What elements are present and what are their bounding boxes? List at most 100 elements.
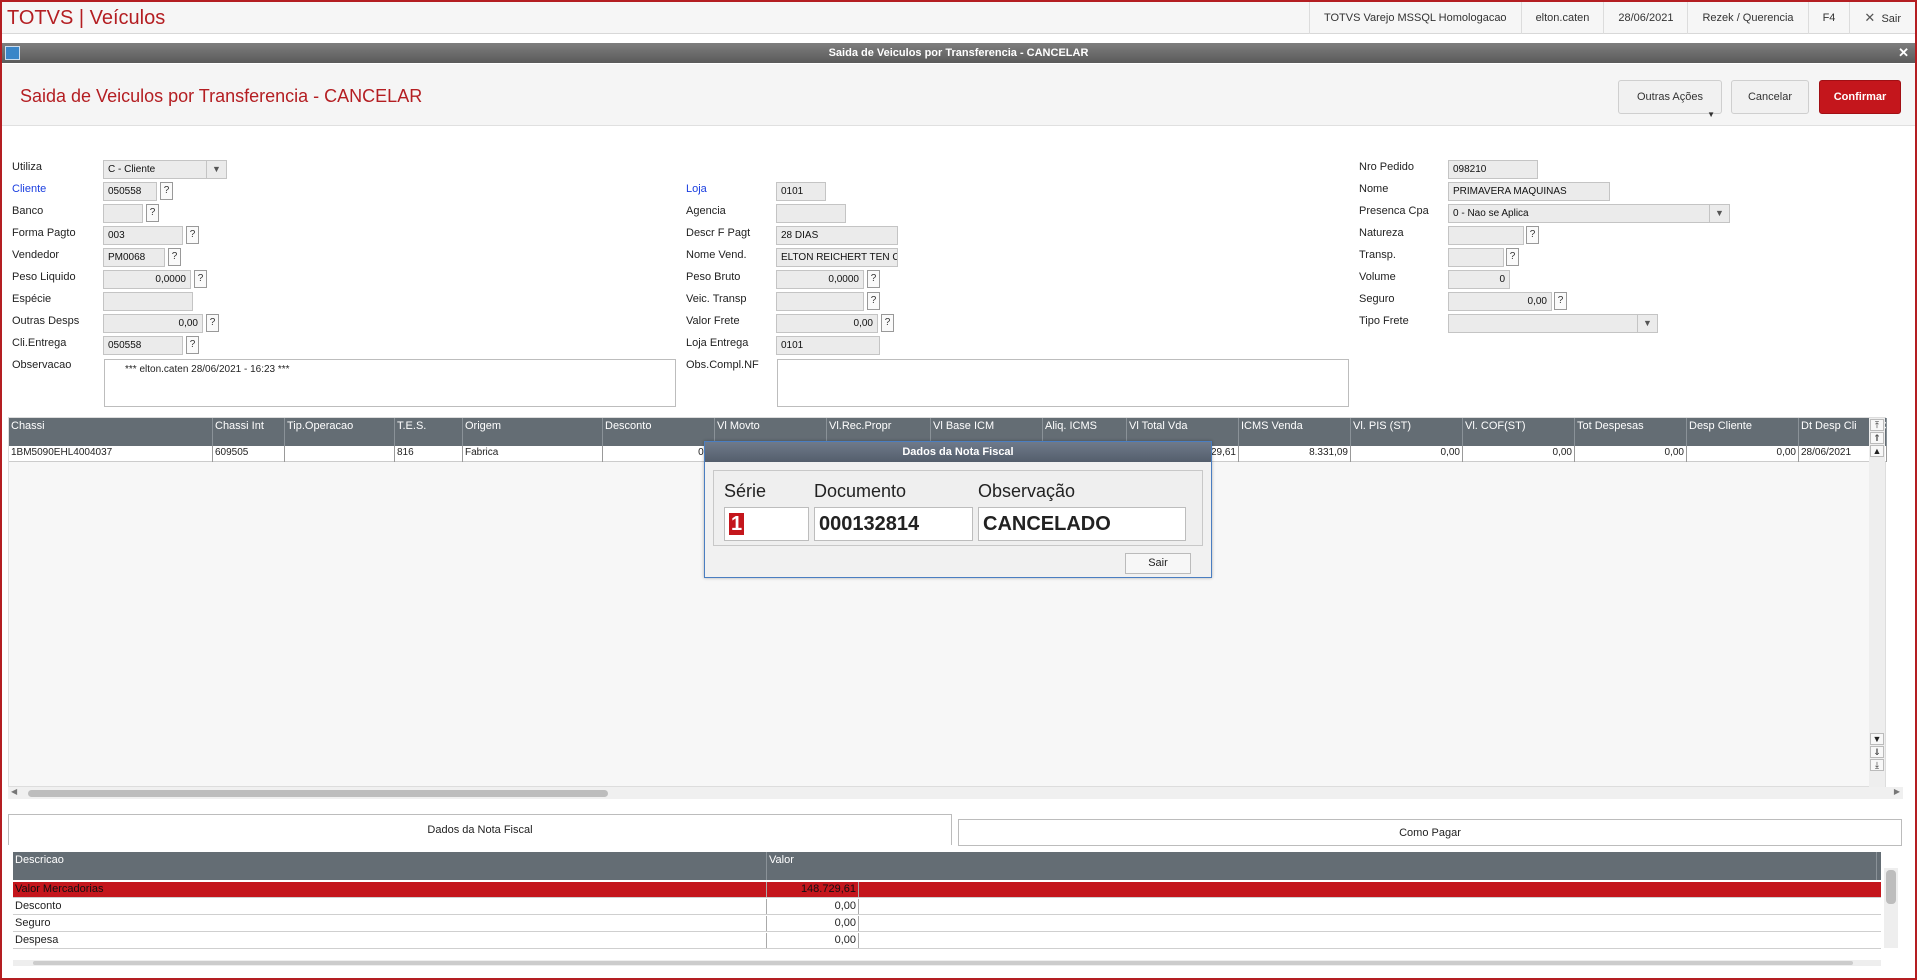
presenca-cpa-select[interactable]: 0 - Nao se Aplica ▼ bbox=[1448, 204, 1730, 223]
chevron-down-icon[interactable]: ▼ bbox=[206, 161, 226, 178]
veic-transp-field[interactable] bbox=[776, 292, 864, 311]
summary-desc: Despesa bbox=[13, 933, 767, 948]
outras-desps-help-button[interactable]: ? bbox=[206, 314, 219, 332]
summary-horizontal-scrollbar[interactable] bbox=[13, 960, 1881, 966]
scroll-thumb[interactable] bbox=[28, 790, 608, 797]
transp-lookup-button[interactable]: ? bbox=[1506, 248, 1519, 266]
scroll-track[interactable] bbox=[1869, 458, 1885, 732]
descr-f-pagt-field[interactable]: 28 DIAS bbox=[776, 226, 898, 245]
grid-horizontal-scrollbar[interactable]: ◀ ▶ bbox=[8, 787, 1903, 799]
grid-col-header[interactable]: Vl. PIS (ST) bbox=[1351, 418, 1463, 446]
nome-vend-field[interactable]: ELTON REICHERT TEN C bbox=[776, 248, 898, 267]
natureza-field[interactable] bbox=[1448, 226, 1524, 245]
valor-frete-field[interactable]: 0,00 bbox=[776, 314, 878, 333]
grid-col-header[interactable]: Tip.Operacao bbox=[285, 418, 395, 446]
summary-vertical-scrollbar[interactable] bbox=[1884, 868, 1898, 948]
peso-bruto-help-button[interactable]: ? bbox=[867, 270, 880, 288]
scroll-down-icon[interactable]: ▼ bbox=[1870, 733, 1884, 745]
loja-entrega-field[interactable]: 0101 bbox=[776, 336, 880, 355]
nome-field[interactable]: PRIMAVERA MAQUINAS bbox=[1448, 182, 1610, 201]
peso-liquido-help-button[interactable]: ? bbox=[194, 270, 207, 288]
nro-pedido-field[interactable]: 098210 bbox=[1448, 160, 1538, 179]
observacao-label: Observação bbox=[978, 481, 1076, 501]
grid-col-header[interactable]: Desconto bbox=[603, 418, 715, 446]
scroll-page-down-icon[interactable]: ⇓ bbox=[1870, 746, 1884, 758]
peso-liquido-field[interactable]: 0,0000 bbox=[103, 270, 191, 289]
window-close-icon[interactable]: ✕ bbox=[1898, 43, 1909, 63]
obs-compl-nf-memo[interactable] bbox=[777, 359, 1349, 407]
vendedor-lookup-button[interactable]: ? bbox=[168, 248, 181, 266]
loja-field[interactable]: 0101 bbox=[776, 182, 826, 201]
dialog-sair-button[interactable]: Sair bbox=[1125, 553, 1191, 574]
summary-col-header[interactable]: Descricao bbox=[13, 852, 767, 880]
forma-pagto-field[interactable]: 003 bbox=[103, 226, 183, 245]
confirm-button[interactable]: Confirmar bbox=[1819, 80, 1901, 114]
loja-label[interactable]: Loja bbox=[686, 183, 707, 195]
seguro-field[interactable]: 0,00 bbox=[1448, 292, 1552, 311]
valor-frete-help-button[interactable]: ? bbox=[881, 314, 894, 332]
scroll-bottom-icon[interactable]: ⤓ bbox=[1870, 759, 1884, 771]
obs-compl-nf-label: Obs.Compl.NF bbox=[686, 359, 759, 371]
cliente-lookup-button[interactable]: ? bbox=[160, 182, 173, 200]
exit-button[interactable]: ✕ Sair bbox=[1849, 2, 1915, 34]
scroll-page-up-icon[interactable]: ⇑ bbox=[1870, 432, 1884, 444]
tipo-frete-select[interactable]: ▼ bbox=[1448, 314, 1658, 333]
chevron-down-icon[interactable]: ▼ bbox=[1637, 315, 1657, 332]
chevron-down-icon[interactable]: ▼ bbox=[1709, 205, 1729, 222]
veic-transp-lookup-button[interactable]: ? bbox=[867, 292, 880, 310]
page-header: Saida de Veiculos por Transferencia - CA… bbox=[2, 64, 1915, 126]
grid-col-header[interactable]: T.E.S. bbox=[395, 418, 463, 446]
cancel-button[interactable]: Cancelar bbox=[1731, 80, 1809, 114]
transp-field[interactable] bbox=[1448, 248, 1504, 267]
volume-field[interactable]: 0 bbox=[1448, 270, 1510, 289]
grid-col-header[interactable]: Chassi bbox=[9, 418, 213, 446]
table-row[interactable]: Desconto 0,00 bbox=[13, 899, 1881, 915]
grid-col-header[interactable]: Dt Desp Cli bbox=[1799, 418, 1877, 446]
branch-label[interactable]: Rezek / Querencia bbox=[1687, 2, 1807, 34]
observacao-field[interactable]: CANCELADO bbox=[978, 507, 1186, 541]
cliente-field[interactable]: 050558 bbox=[103, 182, 157, 201]
grid-col-header[interactable]: Vl. COF(ST) bbox=[1463, 418, 1575, 446]
table-row[interactable]: Valor Mercadorias 148.729,61 bbox=[13, 882, 1881, 898]
especie-field[interactable] bbox=[103, 292, 193, 311]
banco-field[interactable] bbox=[103, 204, 143, 223]
seguro-help-button[interactable]: ? bbox=[1554, 292, 1567, 310]
table-row[interactable]: Despesa 0,00 bbox=[13, 933, 1881, 949]
grid-col-header[interactable]: Chassi Int bbox=[213, 418, 285, 446]
tab-como-pagar[interactable]: Como Pagar bbox=[958, 819, 1902, 846]
cli-entrega-field[interactable]: 050558 bbox=[103, 336, 183, 355]
grid-cell: 1BM5090EHL4004037 bbox=[9, 446, 213, 462]
tab-dados-nota-fiscal[interactable]: Dados da Nota Fiscal bbox=[8, 814, 952, 845]
banco-lookup-button[interactable]: ? bbox=[146, 204, 159, 222]
grid-vertical-scrollbar[interactable]: ⤒ ⇑ ▲ ▼ ⇓ ⤓ bbox=[1869, 418, 1885, 788]
summary-col-header[interactable]: Valor bbox=[767, 852, 1877, 880]
scroll-left-icon[interactable]: ◀ bbox=[11, 787, 17, 796]
table-row[interactable]: Seguro 0,00 bbox=[13, 916, 1881, 932]
scroll-up-icon[interactable]: ▲ bbox=[1870, 445, 1884, 457]
scroll-thumb[interactable] bbox=[33, 961, 1853, 965]
grid-col-header[interactable]: Tot Despesas bbox=[1575, 418, 1687, 446]
scroll-right-icon[interactable]: ▶ bbox=[1894, 787, 1900, 796]
grid-col-header[interactable]: Origem bbox=[463, 418, 603, 446]
agencia-field[interactable] bbox=[776, 204, 846, 223]
vendedor-field[interactable]: PM0068 bbox=[103, 248, 165, 267]
outras-acoes-button[interactable]: Outras Ações ▼ bbox=[1618, 80, 1722, 119]
utiliza-select[interactable]: C - Cliente ▼ bbox=[103, 160, 227, 179]
grid-cell: 816 bbox=[395, 446, 463, 462]
grid-col-header[interactable]: Desp Cliente bbox=[1687, 418, 1799, 446]
presenca-cpa-value: 0 - Nao se Aplica bbox=[1453, 208, 1529, 219]
observacao-memo[interactable]: *** elton.caten 28/06/2021 - 16:23 *** bbox=[104, 359, 676, 407]
peso-bruto-field[interactable]: 0,0000 bbox=[776, 270, 864, 289]
natureza-lookup-button[interactable]: ? bbox=[1526, 226, 1539, 244]
cliente-label[interactable]: Cliente bbox=[12, 183, 46, 195]
cli-entrega-lookup-button[interactable]: ? bbox=[186, 336, 199, 354]
scroll-top-icon[interactable]: ⤒ bbox=[1870, 419, 1884, 431]
forma-pagto-lookup-button[interactable]: ? bbox=[186, 226, 199, 244]
grid-cell: 0,00 bbox=[1351, 446, 1463, 462]
page-title: Saida de Veiculos por Transferencia - CA… bbox=[20, 86, 423, 106]
scroll-thumb[interactable] bbox=[1886, 870, 1896, 904]
serie-field[interactable]: 1 bbox=[724, 507, 809, 541]
documento-field[interactable]: 000132814 bbox=[814, 507, 973, 541]
outras-desps-field[interactable]: 0,00 bbox=[103, 314, 203, 333]
grid-col-header[interactable]: ICMS Venda bbox=[1239, 418, 1351, 446]
